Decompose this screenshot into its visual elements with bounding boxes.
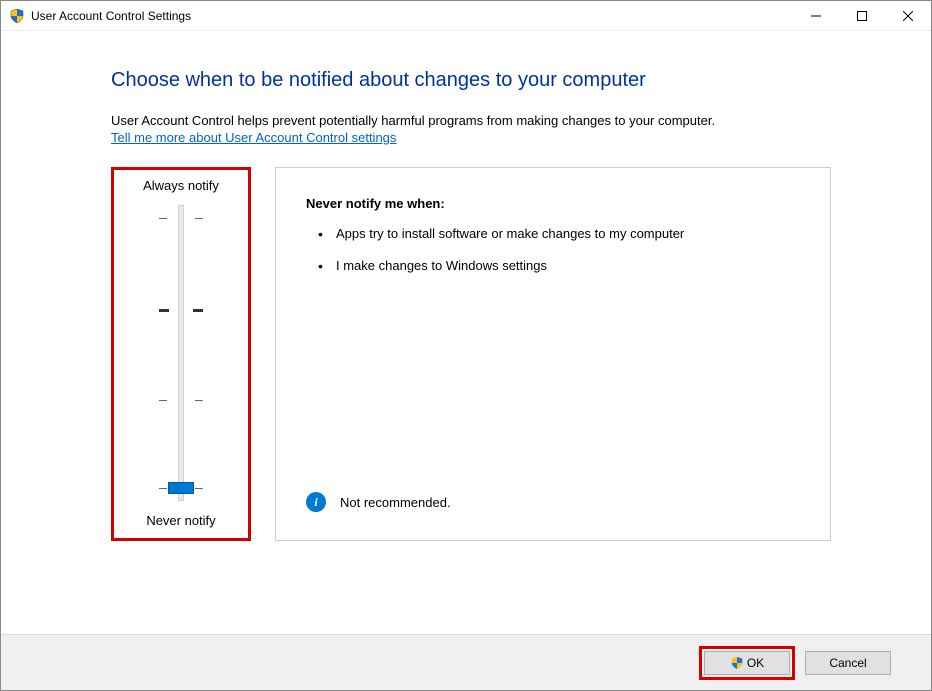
close-button[interactable] (885, 1, 931, 31)
maximize-button[interactable] (839, 1, 885, 31)
notification-slider-area: Always notify Never notify (111, 167, 251, 541)
slider-thumb[interactable] (168, 482, 194, 494)
uac-shield-icon (9, 8, 25, 24)
description-text: User Account Control helps prevent poten… (111, 112, 831, 130)
slider-label-top: Always notify (143, 178, 219, 193)
info-icon: i (306, 492, 326, 512)
info-panel-title: Never notify me when: (306, 196, 800, 211)
info-panel: Never notify me when: Apps try to instal… (275, 167, 831, 541)
info-bullet: I make changes to Windows settings (314, 257, 800, 275)
slider-label-bottom: Never notify (146, 513, 215, 528)
minimize-button[interactable] (793, 1, 839, 31)
recommendation-text: Not recommended. (340, 495, 451, 510)
ok-button[interactable]: OK (704, 651, 790, 675)
titlebar: User Account Control Settings (1, 1, 931, 31)
notification-slider[interactable] (122, 205, 240, 501)
ok-button-label: OK (747, 656, 764, 670)
window-title: User Account Control Settings (31, 9, 191, 23)
footer: OK Cancel (1, 634, 931, 690)
info-bullet: Apps try to install software or make cha… (314, 225, 800, 243)
learn-more-link[interactable]: Tell me more about User Account Control … (111, 130, 396, 145)
cancel-button[interactable]: Cancel (805, 651, 891, 675)
cancel-button-label: Cancel (829, 656, 866, 670)
content-area: Choose when to be notified about changes… (1, 31, 931, 561)
page-heading: Choose when to be notified about changes… (111, 69, 831, 92)
